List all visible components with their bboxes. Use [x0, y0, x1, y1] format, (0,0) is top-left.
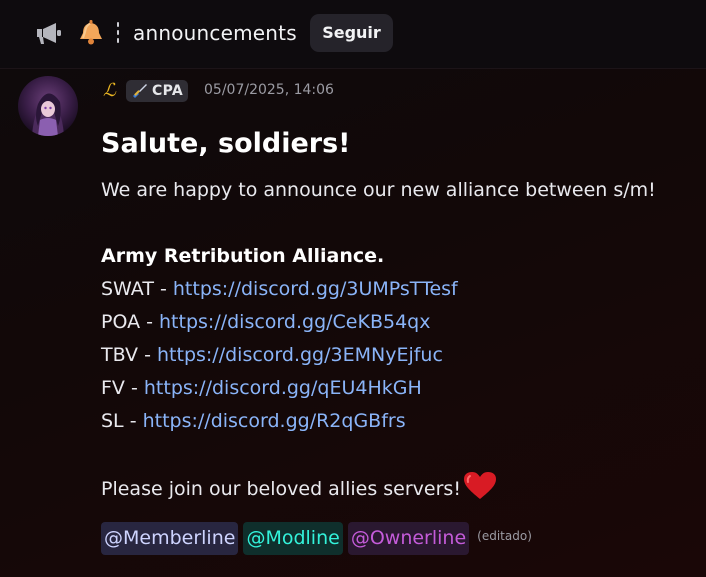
sword-icon [133, 84, 147, 98]
message-outro: Please join our beloved allies servers! [101, 471, 701, 506]
alliance-link-swat[interactable]: https://discord.gg/3UMPsTTesf [173, 278, 458, 300]
message-heading: Salute, soldiers! [101, 128, 351, 159]
alliance-line-swat: SWAT - https://discord.gg/3UMPsTTesf [101, 273, 701, 306]
role-icon: ℒ [103, 80, 116, 101]
message-content: Salute, soldiers! We are happy to announ… [101, 122, 701, 557]
alliance-link-poa[interactable]: https://discord.gg/CeKB54qx [159, 311, 430, 333]
alliance-link-fv[interactable]: https://discord.gg/qEU4HkGH [144, 377, 422, 399]
alliance-name: FV [101, 377, 125, 399]
alliance-separator: - [138, 344, 157, 366]
channel-name: announcements [133, 21, 297, 45]
alliance-line-poa: POA - https://discord.gg/CeKB54qx [101, 306, 701, 339]
server-tag[interactable]: CPA [126, 80, 188, 102]
message-intro: We are happy to announce our new allianc… [101, 179, 656, 201]
mention-memberline[interactable]: @Memberline [101, 522, 239, 555]
follow-button[interactable]: Seguir [310, 14, 393, 52]
alliance-link-tbv[interactable]: https://discord.gg/3EMNyEjfuc [157, 344, 443, 366]
channel-separator [116, 22, 121, 46]
alliance-separator: - [123, 410, 143, 432]
mentions-row: @Memberline @Modline @Ownerline (editado… [101, 520, 701, 557]
author-avatar[interactable] [18, 76, 78, 136]
server-tag-label: CPA [152, 83, 183, 99]
app-root: announcements Seguir ℒ CPA 05/07/2025, 1… [0, 0, 706, 577]
alliance-separator: - [153, 278, 173, 300]
alliance-line-fv: FV - https://discord.gg/qEU4HkGH [101, 372, 701, 405]
alliance-name: SWAT [101, 278, 154, 300]
edited-label: (editado) [477, 529, 532, 543]
alliance-separator: - [124, 377, 144, 399]
alliance-line-tbv: TBV - https://discord.gg/3EMNyEjfuc [101, 339, 701, 372]
heart-emoji [463, 472, 496, 499]
bell-emoji [80, 20, 102, 45]
megaphone-icon [37, 23, 61, 44]
outro-text: Please join our beloved allies servers! [101, 478, 461, 500]
message-timestamp[interactable]: 05/07/2025, 14:06 [204, 82, 334, 98]
alliance-line-sl: SL - https://discord.gg/R2qGBfrs [101, 405, 701, 438]
alliance-separator: - [140, 311, 160, 333]
alliance-name: TBV [101, 344, 139, 366]
alliance-link-sl[interactable]: https://discord.gg/R2qGBfrs [143, 410, 406, 432]
channel-header: announcements Seguir [0, 0, 706, 69]
mention-ownerline[interactable]: @Ownerline [347, 522, 470, 555]
alliance-name: SL [101, 410, 124, 432]
alliance-name: POA [101, 311, 141, 333]
mention-modline[interactable]: @Modline [243, 522, 343, 555]
alliance-title: Army Retribution Alliance. [101, 245, 385, 267]
